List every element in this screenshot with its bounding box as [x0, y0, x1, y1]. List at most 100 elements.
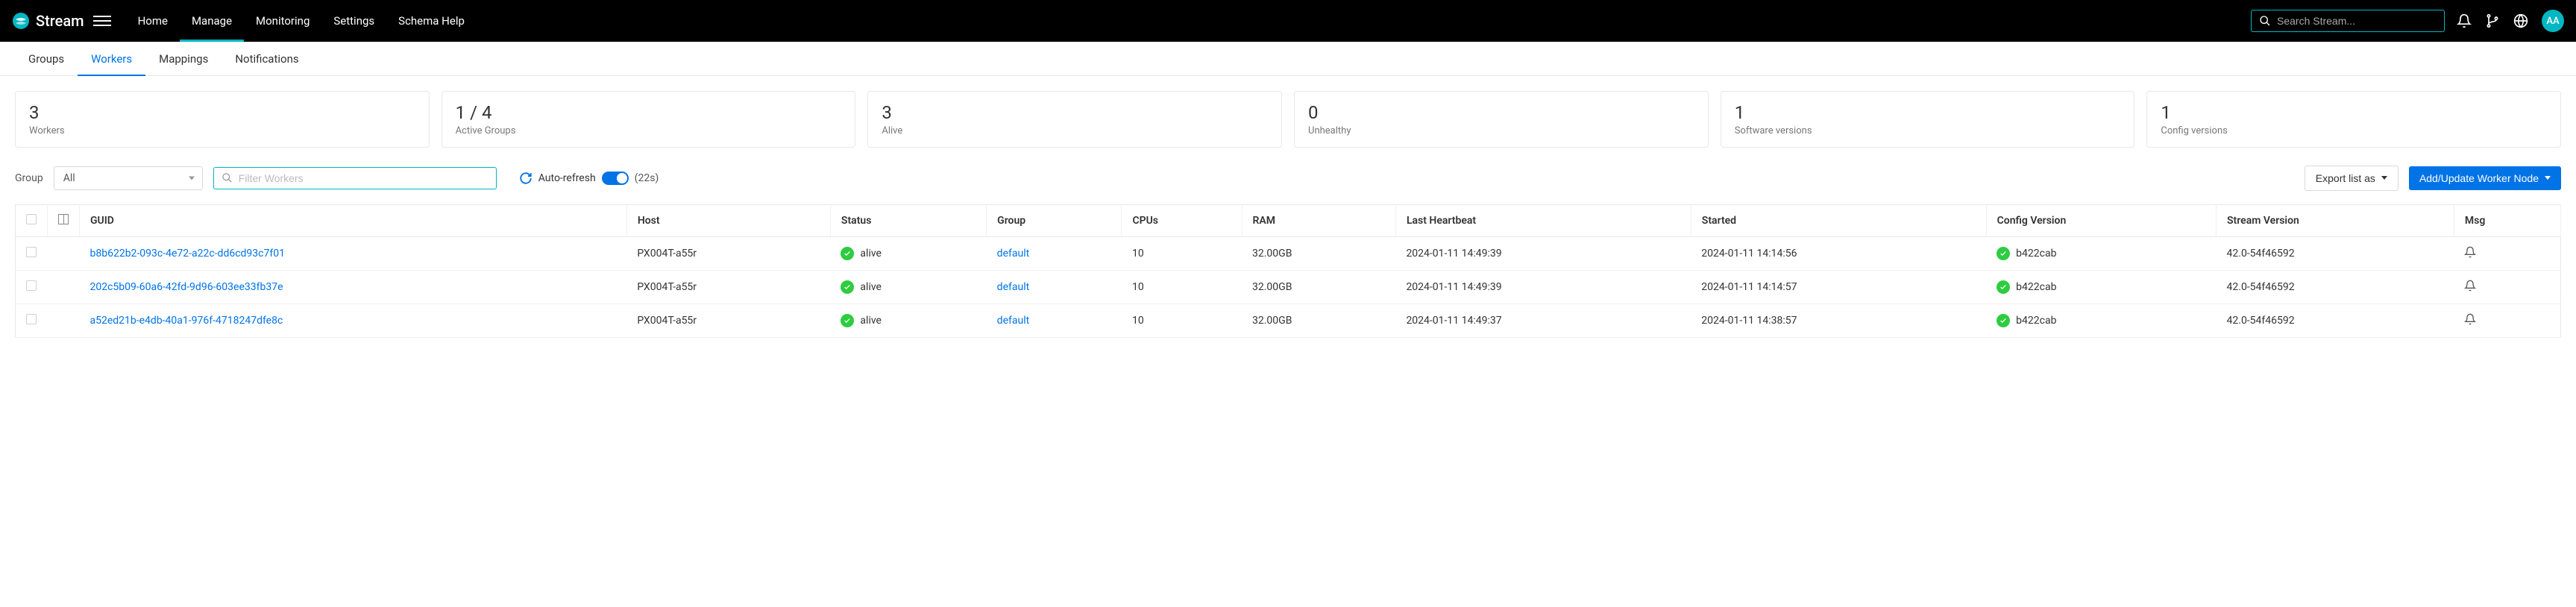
stat-value: 3 — [882, 102, 1268, 124]
add-worker-button-label: Add/Update Worker Node — [2419, 172, 2539, 184]
git-branch-icon[interactable] — [2485, 13, 2500, 28]
chevron-down-icon — [2381, 176, 2387, 180]
check-circle-icon — [841, 314, 854, 327]
auto-refresh-countdown: (22s) — [635, 172, 659, 184]
cell-started: 2024-01-11 14:38:57 — [1691, 304, 1986, 337]
column-header-started[interactable]: Started — [1691, 204, 1986, 236]
avatar[interactable]: AA — [2542, 10, 2564, 32]
cell-heartbeat: 2024-01-11 14:49:37 — [1395, 304, 1691, 337]
select-all-checkbox[interactable] — [26, 214, 37, 224]
stat-label: Workers — [29, 125, 415, 136]
group-select[interactable]: All — [54, 166, 203, 190]
column-header-guid[interactable]: GUID — [80, 204, 627, 236]
globe-icon[interactable] — [2513, 13, 2528, 28]
column-header-cpus[interactable]: CPUs — [1122, 204, 1242, 236]
row-checkbox[interactable] — [26, 280, 37, 291]
topnav-item-home[interactable]: Home — [126, 0, 180, 42]
stat-value: 1 — [2161, 102, 2547, 124]
auto-refresh-toggle[interactable] — [602, 172, 629, 185]
check-circle-icon — [1997, 314, 2010, 327]
topbar: Stream HomeManageMonitoringSettingsSchem… — [0, 0, 2576, 42]
column-header-last-heartbeat[interactable]: Last Heartbeat — [1395, 204, 1691, 236]
column-header-stream-version[interactable]: Stream Version — [2217, 204, 2454, 236]
auto-refresh: Auto-refresh (22s) — [519, 172, 659, 185]
guid-link[interactable]: 202c5b09-60a6-42fd-9d96-603ee33fb37e — [90, 281, 283, 293]
cell-host: PX004T-a55r — [626, 236, 830, 270]
tab-groups[interactable]: Groups — [15, 42, 78, 75]
row-checkbox[interactable] — [26, 247, 37, 257]
global-search[interactable] — [2251, 10, 2445, 32]
stat-value: 0 — [1308, 102, 1694, 124]
topnav-item-manage[interactable]: Manage — [180, 0, 244, 42]
column-header-config-version[interactable]: Config Version — [1986, 204, 2216, 236]
cell-msg[interactable] — [2454, 236, 2560, 270]
cell-heartbeat: 2024-01-11 14:49:39 — [1395, 236, 1691, 270]
column-header-status[interactable]: Status — [830, 204, 986, 236]
workers-table: GUIDHostStatusGroupCPUsRAMLast Heartbeat… — [15, 204, 2561, 338]
stat-card-active-groups: 1 / 4Active Groups — [442, 91, 856, 148]
table-row: b8b622b2-093c-4e72-a22c-dd6cd93c7f01 PX00… — [16, 236, 2561, 270]
cell-host: PX004T-a55r — [626, 270, 830, 304]
group-link[interactable]: default — [997, 248, 1030, 260]
table-row: a52ed21b-e4db-40a1-976f-4718247dfe8cPX00… — [16, 304, 2561, 337]
toolbar: Group All Auto-refresh (22s) Export list… — [15, 166, 2561, 191]
add-worker-button[interactable]: Add/Update Worker Node — [2409, 166, 2561, 190]
bell-icon[interactable] — [2457, 13, 2472, 28]
cell-cpus: 10 — [1122, 304, 1242, 337]
config-version: b422cab — [1997, 280, 2056, 294]
search-input[interactable] — [2277, 15, 2437, 27]
cell-msg[interactable] — [2454, 270, 2560, 304]
search-icon — [222, 172, 233, 183]
row-checkbox[interactable] — [26, 314, 37, 324]
group-link[interactable]: default — [997, 281, 1030, 293]
columns-icon[interactable] — [58, 214, 69, 224]
check-circle-icon — [841, 247, 854, 260]
tab-mappings[interactable]: Mappings — [145, 42, 222, 75]
cell-msg[interactable] — [2454, 304, 2560, 337]
group-select-value: All — [63, 172, 75, 184]
group-link[interactable]: default — [997, 315, 1030, 327]
column-header-group[interactable]: Group — [987, 204, 1122, 236]
tab-workers[interactable]: Workers — [78, 42, 145, 75]
cell-started: 2024-01-11 14:14:57 — [1691, 270, 1986, 304]
stat-card-config-versions: 1Config versions — [2146, 91, 2561, 148]
status-badge: alive — [841, 314, 882, 327]
column-header-msg[interactable]: Msg — [2454, 204, 2560, 236]
table-row: 202c5b09-60a6-42fd-9d96-603ee33fb37e PX00… — [16, 270, 2561, 304]
cell-ram: 32.00GB — [1242, 236, 1395, 270]
cell-stream-version: 42.0-54f46592 — [2217, 304, 2454, 337]
stat-value: 1 — [1735, 102, 2121, 124]
check-circle-icon — [1997, 247, 2010, 260]
stat-value: 1 / 4 — [456, 102, 842, 124]
cell-cpus: 10 — [1122, 270, 1242, 304]
topnav-item-settings[interactable]: Settings — [321, 0, 386, 42]
chevron-down-icon — [2545, 176, 2551, 180]
guid-link[interactable]: a52ed21b-e4db-40a1-976f-4718247dfe8c — [90, 315, 283, 327]
topnav-item-monitoring[interactable]: Monitoring — [244, 0, 321, 42]
stat-card-unhealthy: 0Unhealthy — [1294, 91, 1709, 148]
tab-notifications[interactable]: Notifications — [222, 42, 312, 75]
guid-link[interactable]: b8b622b2-093c-4e72-a22c-dd6cd93c7f01 — [90, 248, 285, 260]
filter-input[interactable] — [239, 172, 489, 184]
cell-heartbeat: 2024-01-11 14:49:39 — [1395, 270, 1691, 304]
stat-cards: 3Workers1 / 4Active Groups3Alive0Unhealt… — [15, 91, 2561, 148]
topnav: HomeManageMonitoringSettingsSchema Help — [126, 0, 477, 42]
topnav-item-schema-help[interactable]: Schema Help — [386, 0, 477, 42]
stat-label: Unhealthy — [1308, 125, 1694, 136]
refresh-icon[interactable] — [519, 172, 533, 185]
export-button[interactable]: Export list as — [2305, 166, 2398, 191]
search-icon — [2259, 15, 2271, 27]
column-header-ram[interactable]: RAM — [1242, 204, 1395, 236]
brand[interactable]: Stream — [12, 12, 93, 30]
column-header-host[interactable]: Host — [626, 204, 830, 236]
status-badge: alive — [841, 280, 882, 294]
top-icons: AA — [2457, 10, 2564, 32]
cell-stream-version: 42.0-54f46592 — [2217, 236, 2454, 270]
stat-label: Active Groups — [456, 125, 842, 136]
filter-workers[interactable] — [213, 167, 497, 189]
cell-ram: 32.00GB — [1242, 304, 1395, 337]
hamburger-icon[interactable] — [93, 12, 111, 30]
stat-card-alive: 3Alive — [867, 91, 1282, 148]
config-version: b422cab — [1997, 314, 2056, 327]
subnav: GroupsWorkersMappingsNotifications — [0, 42, 2576, 76]
